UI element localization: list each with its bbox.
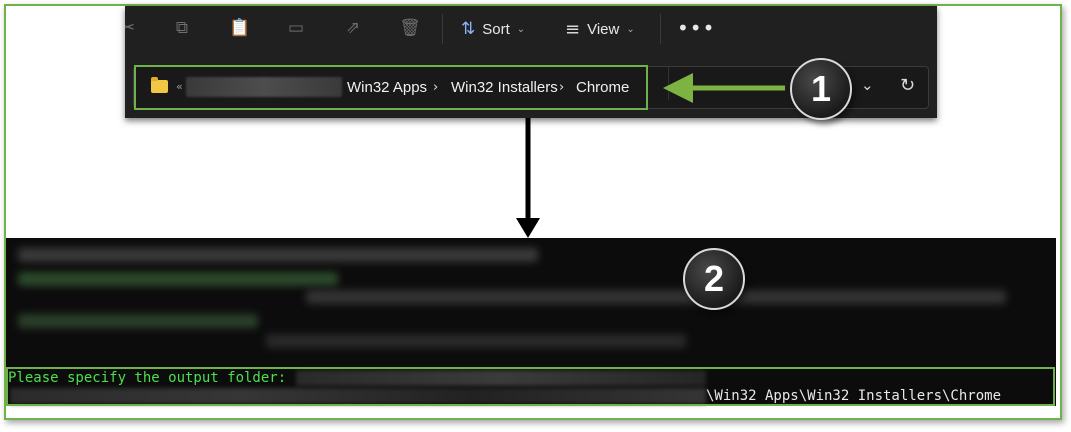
view-button[interactable]: ≡ View ⌄ bbox=[565, 17, 635, 41]
paste-icon[interactable]: 📋 bbox=[229, 17, 251, 39]
chevron-down-icon: ⌄ bbox=[516, 23, 526, 35]
chevron-down-icon: ⌄ bbox=[626, 23, 635, 35]
redacted-console-line bbox=[266, 334, 686, 348]
callout-badge-1: 1 bbox=[790, 58, 852, 120]
console-highlight-box bbox=[6, 367, 1055, 406]
rename-icon[interactable]: ▭ bbox=[285, 17, 307, 39]
sort-button[interactable]: ⇅ Sort ⌄ bbox=[461, 17, 525, 41]
sort-icon: ⇅ bbox=[461, 19, 476, 39]
sort-label: Sort bbox=[482, 20, 510, 38]
more-options-button[interactable]: ••• bbox=[677, 16, 715, 40]
redacted-console-line bbox=[18, 314, 258, 328]
toolbar-divider bbox=[442, 14, 443, 44]
copy-icon[interactable]: ⧉ bbox=[171, 17, 193, 39]
redacted-console-line bbox=[18, 248, 538, 262]
address-highlight-box bbox=[134, 65, 648, 110]
refresh-icon[interactable]: ↻ bbox=[900, 75, 915, 96]
explorer-toolbar: ✂ ⧉ 📋 ▭ ⇗ 🗑 ⇅ Sort ⌄ ≡ View ⌄ ••• bbox=[125, 6, 937, 52]
share-icon[interactable]: ⇗ bbox=[342, 17, 364, 39]
callout-badge-2: 2 bbox=[683, 248, 745, 310]
history-dropdown-icon[interactable]: ⌄ bbox=[861, 76, 874, 94]
address-divider bbox=[668, 66, 669, 100]
view-label: View bbox=[587, 20, 620, 38]
delete-icon[interactable]: 🗑 bbox=[399, 17, 421, 39]
redacted-console-line bbox=[306, 290, 1006, 304]
cut-icon[interactable]: ✂ bbox=[125, 17, 139, 39]
redacted-console-line bbox=[18, 272, 338, 286]
toolbar-divider bbox=[660, 14, 661, 44]
view-icon: ≡ bbox=[565, 18, 581, 40]
